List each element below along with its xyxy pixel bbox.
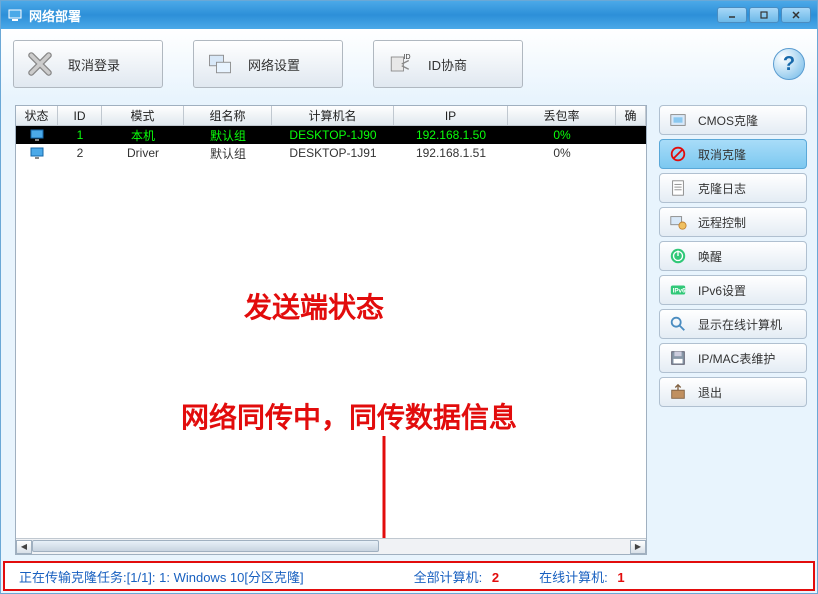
id-icon: ID bbox=[384, 48, 416, 80]
clone-log-label: 克隆日志 bbox=[698, 180, 746, 197]
scroll-thumb[interactable] bbox=[32, 540, 379, 552]
titlebar: 网络部署 bbox=[1, 1, 817, 29]
col-header-ip[interactable]: IP bbox=[394, 106, 508, 125]
main-area: 状态 ID 模式 组名称 计算机名 IP 丢包率 确 1 本机 bbox=[1, 99, 817, 561]
cell-packet: 0% bbox=[508, 128, 616, 142]
table-row[interactable]: 1 本机 默认组 DESKTOP-1J90 192.168.1.50 0% bbox=[16, 126, 646, 144]
cmos-icon bbox=[668, 110, 688, 130]
ipv6-icon: IPv6 bbox=[668, 280, 688, 300]
col-header-mode[interactable]: 模式 bbox=[102, 106, 184, 125]
status-total-label: 全部计算机: bbox=[414, 570, 483, 585]
cancel-clone-label: 取消克隆 bbox=[698, 146, 746, 163]
network-settings-icon bbox=[204, 48, 236, 80]
annotation-sync-info: 网络同传中，同传数据信息 bbox=[181, 396, 517, 436]
ip-mac-label: IP/MAC表维护 bbox=[698, 350, 775, 367]
cell-mode: 本机 bbox=[102, 127, 184, 144]
table-body: 1 本机 默认组 DESKTOP-1J90 192.168.1.50 0% 2 bbox=[16, 126, 646, 538]
status-total-value: 2 bbox=[492, 570, 499, 585]
ipv6-settings-label: IPv6设置 bbox=[698, 282, 746, 299]
side-panel: CMOS克隆 取消克隆 克隆日志 远程控制 唤醒 IPv6 IPv6设置 bbox=[655, 99, 817, 561]
cell-status-icon bbox=[16, 146, 58, 160]
cell-mode: Driver bbox=[102, 146, 184, 160]
col-header-status[interactable]: 状态 bbox=[16, 106, 58, 125]
scroll-track[interactable] bbox=[32, 540, 630, 554]
show-online-button[interactable]: 显示在线计算机 bbox=[659, 309, 807, 339]
status-bar: 正在传输克隆任务:[1/1]: 1: Windows 10[分区克隆] 全部计算… bbox=[3, 561, 815, 591]
annotation-arrow-icon bbox=[364, 436, 404, 538]
remote-icon bbox=[668, 212, 688, 232]
app-window: 网络部署 取消登录 bbox=[0, 0, 818, 594]
remote-control-label: 远程控制 bbox=[698, 214, 746, 231]
save-disk-icon bbox=[668, 348, 688, 368]
cell-group: 默认组 bbox=[184, 145, 272, 162]
status-total: 全部计算机: 2 bbox=[414, 567, 499, 586]
annotation-sender-state: 发送端状态 bbox=[244, 286, 384, 326]
svg-text:ID: ID bbox=[404, 54, 411, 61]
network-settings-button[interactable]: 网络设置 bbox=[193, 40, 343, 88]
status-task: 正在传输克隆任务:[1/1]: 1: Windows 10[分区克隆] bbox=[19, 567, 304, 586]
horizontal-scrollbar[interactable]: ◀ ▶ bbox=[16, 538, 646, 554]
col-header-computer[interactable]: 计算机名 bbox=[272, 106, 394, 125]
cell-computer: DESKTOP-1J90 bbox=[272, 128, 394, 142]
cell-status-icon bbox=[16, 128, 58, 142]
cell-computer: DESKTOP-1J91 bbox=[272, 146, 394, 160]
power-icon bbox=[668, 246, 688, 266]
wake-label: 唤醒 bbox=[698, 248, 722, 265]
app-icon bbox=[7, 7, 23, 23]
forbidden-icon bbox=[668, 144, 688, 164]
show-online-label: 显示在线计算机 bbox=[698, 316, 782, 333]
id-negotiation-label: ID协商 bbox=[428, 55, 467, 74]
status-online-value: 1 bbox=[617, 570, 624, 585]
exit-button[interactable]: 退出 bbox=[659, 377, 807, 407]
cancel-clone-button[interactable]: 取消克隆 bbox=[659, 139, 807, 169]
cell-packet: 0% bbox=[508, 146, 616, 160]
table-header: 状态 ID 模式 组名称 计算机名 IP 丢包率 确 bbox=[16, 106, 646, 126]
search-icon bbox=[668, 314, 688, 334]
close-button[interactable] bbox=[781, 7, 811, 23]
cancel-icon bbox=[24, 48, 56, 80]
wake-button[interactable]: 唤醒 bbox=[659, 241, 807, 271]
cmos-clone-button[interactable]: CMOS克隆 bbox=[659, 105, 807, 135]
cancel-login-button[interactable]: 取消登录 bbox=[13, 40, 163, 88]
network-settings-label: 网络设置 bbox=[248, 55, 300, 74]
status-online: 在线计算机: 1 bbox=[539, 567, 624, 586]
remote-control-button[interactable]: 远程控制 bbox=[659, 207, 807, 237]
minimize-button[interactable] bbox=[717, 7, 747, 23]
cell-ip: 192.168.1.51 bbox=[394, 146, 508, 160]
titlebar-controls bbox=[717, 7, 811, 23]
cell-id: 2 bbox=[58, 146, 102, 160]
cmos-clone-label: CMOS克隆 bbox=[698, 112, 758, 129]
col-header-group[interactable]: 组名称 bbox=[184, 106, 272, 125]
clone-log-button[interactable]: 克隆日志 bbox=[659, 173, 807, 203]
id-negotiation-button[interactable]: ID ID协商 bbox=[373, 40, 523, 88]
scroll-left-button[interactable]: ◀ bbox=[16, 540, 32, 554]
window-title: 网络部署 bbox=[29, 6, 717, 25]
table: 状态 ID 模式 组名称 计算机名 IP 丢包率 确 1 本机 bbox=[15, 105, 647, 555]
exit-icon bbox=[668, 382, 688, 402]
col-header-packet[interactable]: 丢包率 bbox=[508, 106, 616, 125]
cancel-login-label: 取消登录 bbox=[68, 55, 120, 74]
ipv6-settings-button[interactable]: IPv6 IPv6设置 bbox=[659, 275, 807, 305]
col-header-last[interactable]: 确 bbox=[616, 106, 646, 125]
cell-group: 默认组 bbox=[184, 127, 272, 144]
col-header-id[interactable]: ID bbox=[58, 106, 102, 125]
help-button[interactable]: ? bbox=[773, 48, 805, 80]
cell-ip: 192.168.1.50 bbox=[394, 128, 508, 142]
cell-id: 1 bbox=[58, 128, 102, 142]
log-icon bbox=[668, 178, 688, 198]
toolbar: 取消登录 网络设置 ID ID协商 ? bbox=[1, 29, 817, 99]
exit-label: 退出 bbox=[698, 384, 722, 401]
svg-text:IPv6: IPv6 bbox=[673, 288, 686, 295]
status-online-label: 在线计算机: bbox=[539, 570, 608, 585]
ip-mac-button[interactable]: IP/MAC表维护 bbox=[659, 343, 807, 373]
scroll-right-button[interactable]: ▶ bbox=[630, 540, 646, 554]
table-row[interactable]: 2 Driver 默认组 DESKTOP-1J91 192.168.1.51 0… bbox=[16, 144, 646, 162]
table-area: 状态 ID 模式 组名称 计算机名 IP 丢包率 确 1 本机 bbox=[1, 99, 655, 561]
maximize-button[interactable] bbox=[749, 7, 779, 23]
